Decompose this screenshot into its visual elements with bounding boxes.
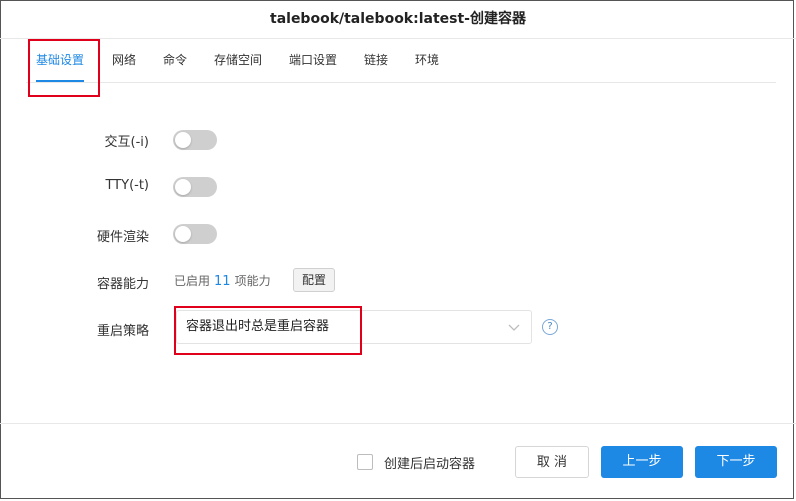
toggle-knob: [175, 179, 191, 195]
tab-label: 命令: [163, 53, 188, 67]
restart-policy-select[interactable]: 容器退出时总是重启容器: [176, 310, 532, 344]
capabilities-suffix: 项能力: [234, 274, 271, 288]
tty-label: TTY(-t): [105, 178, 149, 193]
capabilities-label: 容器能力: [96, 277, 149, 292]
interactive-toggle[interactable]: [173, 130, 217, 150]
capabilities-count: 11: [214, 274, 231, 289]
start-after-create-label[interactable]: 创建后启动容器: [384, 453, 475, 472]
tab-command[interactable]: 命令: [163, 38, 187, 82]
capabilities-summary: 已启用 11 项能力: [174, 272, 271, 289]
chevron-down-icon: [508, 324, 520, 331]
previous-step-button[interactable]: 上一步: [601, 446, 683, 478]
toggle-knob: [175, 132, 191, 148]
footer-divider: [0, 423, 796, 424]
restart-policy-value: 容器退出时总是重启容器: [186, 319, 330, 334]
restart-policy-label: 重启策略: [96, 324, 149, 339]
interactive-label: 交互(-i): [104, 135, 149, 150]
tab-label: 端口设置: [289, 53, 338, 67]
active-tab-underline: [36, 80, 85, 82]
tab-label: 环境: [415, 53, 440, 67]
tab-label: 存储空间: [214, 53, 263, 67]
hw-render-toggle[interactable]: [173, 224, 217, 244]
tab-links[interactable]: 链接: [364, 38, 388, 82]
configure-capabilities-button[interactable]: 配置: [293, 268, 335, 292]
hw-render-label: 硬件渲染: [96, 230, 149, 245]
tty-toggle[interactable]: [173, 177, 217, 197]
tab-basic-settings[interactable]: 基础设置: [36, 38, 85, 82]
toggle-knob: [175, 226, 191, 242]
next-step-button[interactable]: 下一步: [695, 446, 777, 478]
cancel-button[interactable]: 取 消: [515, 446, 589, 478]
tab-environment[interactable]: 环境: [415, 38, 439, 82]
tab-storage[interactable]: 存储空间: [214, 38, 262, 82]
tab-network[interactable]: 网络: [112, 38, 136, 82]
help-icon[interactable]: ?: [542, 319, 558, 335]
tab-bar: 基础设置 网络 命令 存储空间 端口设置 链接 环境: [26, 38, 776, 83]
tab-label: 基础设置: [36, 53, 85, 67]
tab-label: 链接: [364, 53, 389, 67]
capabilities-prefix: 已启用: [174, 274, 211, 288]
start-after-create-checkbox[interactable]: [357, 454, 373, 470]
tab-port-settings[interactable]: 端口设置: [289, 38, 337, 82]
tab-label: 网络: [112, 53, 137, 67]
dialog-title: talebook/talebook:latest-创建容器: [0, 0, 796, 39]
